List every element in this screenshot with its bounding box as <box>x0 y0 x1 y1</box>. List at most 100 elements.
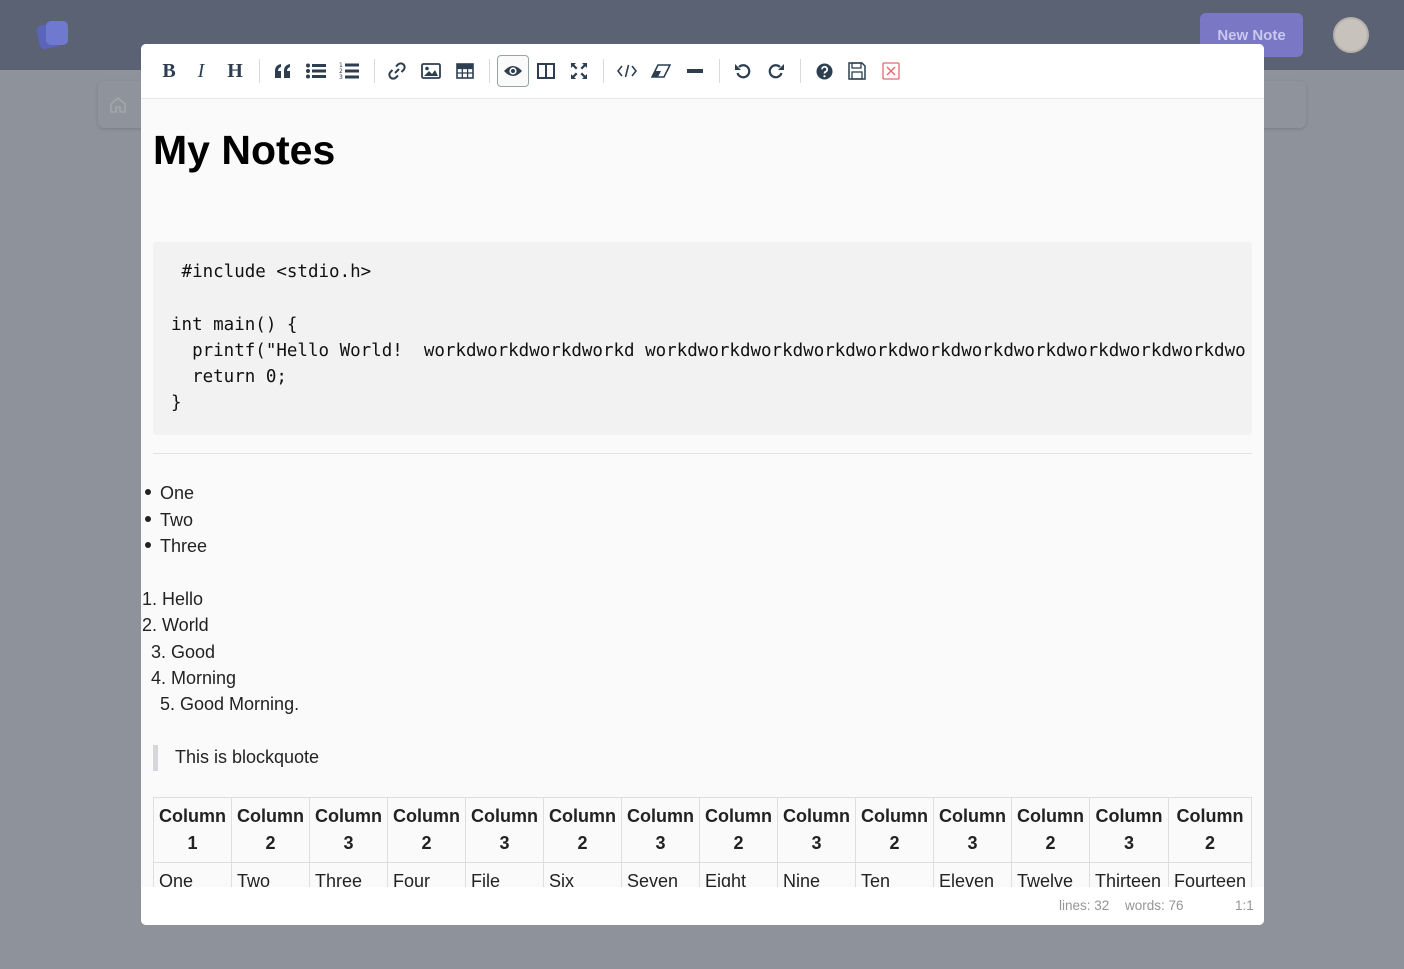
preview-toggle-button[interactable] <box>497 55 529 87</box>
fullscreen-icon <box>571 63 587 79</box>
help-icon <box>816 63 832 79</box>
list-item: 2. World <box>142 615 209 635</box>
code-content: #include <stdio.h> int main() { printf("… <box>171 259 1246 417</box>
markdown-table: Column 1 Column 2 Column 3 Column 2 Column 3 Colum… <box>153 797 1252 887</box>
horizontal-rule-button[interactable] <box>679 55 711 87</box>
fullscreen-button[interactable] <box>563 55 595 87</box>
columns-icon <box>537 63 555 79</box>
table-header-cell: Column 2 <box>543 797 622 863</box>
save-button[interactable] <box>841 55 873 87</box>
table-cell: Twelve <box>1011 862 1090 887</box>
table-header-cell: Column 3 <box>621 797 700 863</box>
table-cell: Seven <box>621 862 700 887</box>
code-block: #include <stdio.h> int main() { printf("… <box>153 242 1252 435</box>
table-cell: One <box>153 862 232 887</box>
list-item: Three <box>145 536 207 557</box>
code-line: int main() { <box>171 314 298 335</box>
table-header-cell: Column 2 <box>1011 797 1090 863</box>
quote-button[interactable] <box>267 55 299 87</box>
quote-icon <box>275 64 290 78</box>
code-line: return 0; <box>171 367 287 388</box>
bold-button[interactable]: B <box>153 55 185 87</box>
line-count: lines: 32 <box>1059 898 1110 913</box>
image-icon <box>421 63 441 79</box>
list-item: One <box>145 483 194 504</box>
image-button[interactable] <box>415 55 447 87</box>
word-count: words: 76 <box>1125 898 1184 913</box>
close-button[interactable] <box>875 55 907 87</box>
code-line: printf("Hello World! workdworkdworkdwork… <box>171 340 1246 361</box>
bold-icon: B <box>162 60 176 82</box>
table-cell: Eight <box>699 862 778 887</box>
table-cell: File <box>465 862 544 887</box>
link-icon <box>388 62 406 80</box>
list-item: Two <box>145 510 193 531</box>
unordered-list-button[interactable] <box>300 55 332 87</box>
blockquote-text: This is blockquote <box>175 747 320 767</box>
table-header-cell: Column 3 <box>933 797 1012 863</box>
ordered-list-icon: 1 2 3 <box>339 62 359 80</box>
heading-button[interactable]: H <box>219 55 251 87</box>
table-header-cell: Column 2 <box>231 797 310 863</box>
code-icon <box>617 64 637 78</box>
table-cell: Six <box>543 862 622 887</box>
table-cell: Eleven <box>933 862 1012 887</box>
app-logo-icon[interactable] <box>36 18 70 52</box>
redo-button[interactable] <box>760 55 792 87</box>
table-icon <box>456 63 474 79</box>
list-item: 1. Hello <box>142 589 204 609</box>
editor-toolbar: B I H 1 2 3 <box>141 44 1264 99</box>
unordered-list-icon <box>306 63 326 79</box>
italic-button[interactable]: I <box>185 55 217 87</box>
table-header-cell: Column 3 <box>1089 797 1169 863</box>
eraser-icon <box>651 64 671 78</box>
table-header-cell: Column 2 <box>855 797 934 863</box>
ordered-list-button[interactable]: 1 2 3 <box>333 55 365 87</box>
close-icon <box>882 62 900 80</box>
code-line: #include <stdio.h> <box>171 262 372 282</box>
home-icon[interactable] <box>108 95 128 115</box>
eye-icon <box>504 66 522 76</box>
table-header-cell: Column 3 <box>777 797 856 863</box>
table-cell: Fourteen <box>1167 862 1252 887</box>
clean-block-button[interactable] <box>645 55 677 87</box>
table-header-cell: Column 2 <box>699 797 778 863</box>
list-item: 3. Good <box>151 642 216 662</box>
help-button[interactable] <box>808 55 840 87</box>
redo-icon <box>768 64 784 79</box>
table-cell: Ten <box>855 862 934 887</box>
horizontal-rule <box>153 453 1252 454</box>
undo-icon <box>735 64 751 79</box>
list-item: 4. Morning <box>151 668 237 688</box>
horizontal-rule-icon <box>687 69 703 73</box>
markdown-editor: B I H 1 2 3 My Notes #include <stdio.h> … <box>141 44 1264 925</box>
svg-text:3: 3 <box>339 74 343 80</box>
preview-pane[interactable]: My Notes #include <stdio.h> int main() {… <box>141 99 1264 887</box>
save-icon <box>848 62 866 80</box>
table-header-cell: Column 2 <box>1167 797 1252 863</box>
blockquote: This is blockquote <box>153 745 558 771</box>
code-line: } <box>171 393 182 414</box>
table-header-cell: Column 3 <box>465 797 544 863</box>
cursor-position: 1:1 <box>1235 898 1254 913</box>
side-by-side-button[interactable] <box>530 55 562 87</box>
table-cell: Four <box>387 862 466 887</box>
table-row: One Two Three Four File Six Seven Eight Nine Ten E… <box>153 862 1252 887</box>
link-button[interactable] <box>381 55 413 87</box>
heading-icon: H <box>227 60 243 82</box>
table-cell: Two <box>231 862 310 887</box>
table-header-cell: Column 1 <box>153 797 232 863</box>
table-cell: Three <box>309 862 388 887</box>
undo-button[interactable] <box>727 55 759 87</box>
table-button[interactable] <box>449 55 481 87</box>
status-bar: lines: 32 words: 76 1:1 <box>141 887 1264 925</box>
table-header-cell: Column 2 <box>387 797 466 863</box>
code-button[interactable] <box>611 55 643 87</box>
avatar[interactable] <box>1333 17 1369 53</box>
italic-icon: I <box>197 60 205 82</box>
table-cell: Thirteen <box>1089 862 1169 887</box>
table-cell: Nine <box>777 862 856 887</box>
list-item: 5. Good Morning. <box>160 694 300 714</box>
note-title: My Notes <box>153 127 336 173</box>
table-header-cell: Column 3 <box>309 797 388 863</box>
